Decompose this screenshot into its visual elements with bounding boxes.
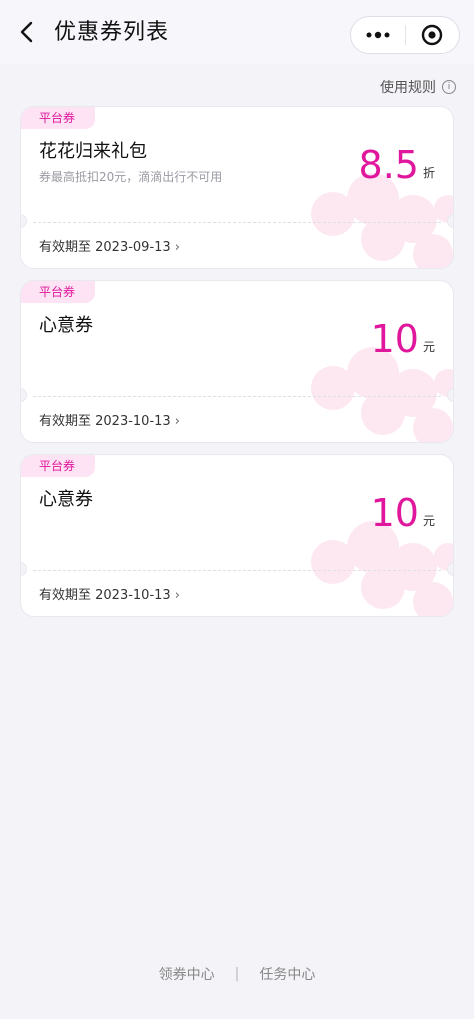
capsule-menu [350, 16, 460, 54]
ticket-notch-right [447, 562, 453, 576]
usage-rules-label: 使用规则 [380, 80, 436, 96]
coupon-description: 券最高抵扣20元，滴滴出行不可用 [39, 170, 223, 184]
ticket-notch-left [21, 214, 27, 228]
page-title: 优惠券列表 [54, 20, 170, 45]
coupon-title: 心意券 [39, 315, 93, 336]
platform-coupon-tag: 平台券 [21, 281, 95, 303]
coupon-value: 10 [370, 317, 419, 361]
more-button[interactable] [351, 17, 405, 53]
expiry-link[interactable]: 有效期至 2023-10-13 › [39, 413, 180, 431]
ticket-notch-left [21, 562, 27, 576]
coupon-amount: 10 元 [371, 493, 435, 533]
info-icon: i [442, 80, 456, 94]
chevron-left-icon [20, 21, 33, 43]
task-center-link[interactable]: 任务中心 [259, 964, 315, 984]
coupon-card[interactable]: 平台券 花花归来礼包 券最高抵扣20元，滴滴出行不可用 8.5 折 有效期至 2… [20, 106, 454, 269]
coupon-amount: 10 元 [371, 319, 435, 359]
coupon-card[interactable]: 平台券 心意券 10 元 有效期至 2023-10-13 › [20, 454, 454, 617]
bottom-links: 领券中心 | 任务中心 [0, 962, 474, 986]
nav-bar: 优惠券列表 [0, 0, 474, 64]
target-icon [422, 24, 443, 46]
chevron-right-icon: › [174, 588, 180, 603]
dashed-divider [33, 222, 441, 223]
coupon-center-link[interactable]: 领券中心 [159, 964, 215, 984]
dashed-divider [33, 570, 441, 571]
usage-rules-link[interactable]: 使用规则 i [380, 74, 456, 100]
coupon-unit: 元 [422, 514, 435, 528]
more-dots-icon [366, 31, 390, 39]
expiry-date: 有效期至 2023-09-13 [39, 240, 171, 255]
coupon-card[interactable]: 平台券 心意券 10 元 有效期至 2023-10-13 › [20, 280, 454, 443]
platform-coupon-tag: 平台券 [21, 107, 95, 129]
footer-divider: | [234, 966, 240, 982]
expiry-link[interactable]: 有效期至 2023-09-13 › [39, 239, 180, 257]
ticket-notch-right [447, 214, 453, 228]
expiry-link[interactable]: 有效期至 2023-10-13 › [39, 587, 180, 605]
expiry-date: 有效期至 2023-10-13 [39, 588, 171, 603]
coupon-amount: 8.5 折 [359, 145, 435, 185]
ticket-notch-right [447, 388, 453, 402]
expiry-date: 有效期至 2023-10-13 [39, 414, 171, 429]
back-button[interactable] [14, 18, 42, 46]
chevron-right-icon: › [174, 414, 180, 429]
platform-coupon-tag: 平台券 [21, 455, 95, 477]
close-miniprogram-button[interactable] [405, 17, 459, 53]
ticket-notch-left [21, 388, 27, 402]
coupon-unit: 元 [422, 340, 435, 354]
coupon-unit: 折 [422, 166, 435, 180]
coupon-value: 8.5 [358, 143, 419, 187]
coupon-value: 10 [370, 491, 419, 535]
coupon-title: 心意券 [39, 489, 93, 510]
dashed-divider [33, 396, 441, 397]
coupon-title: 花花归来礼包 [39, 141, 147, 162]
chevron-right-icon: › [174, 240, 180, 255]
